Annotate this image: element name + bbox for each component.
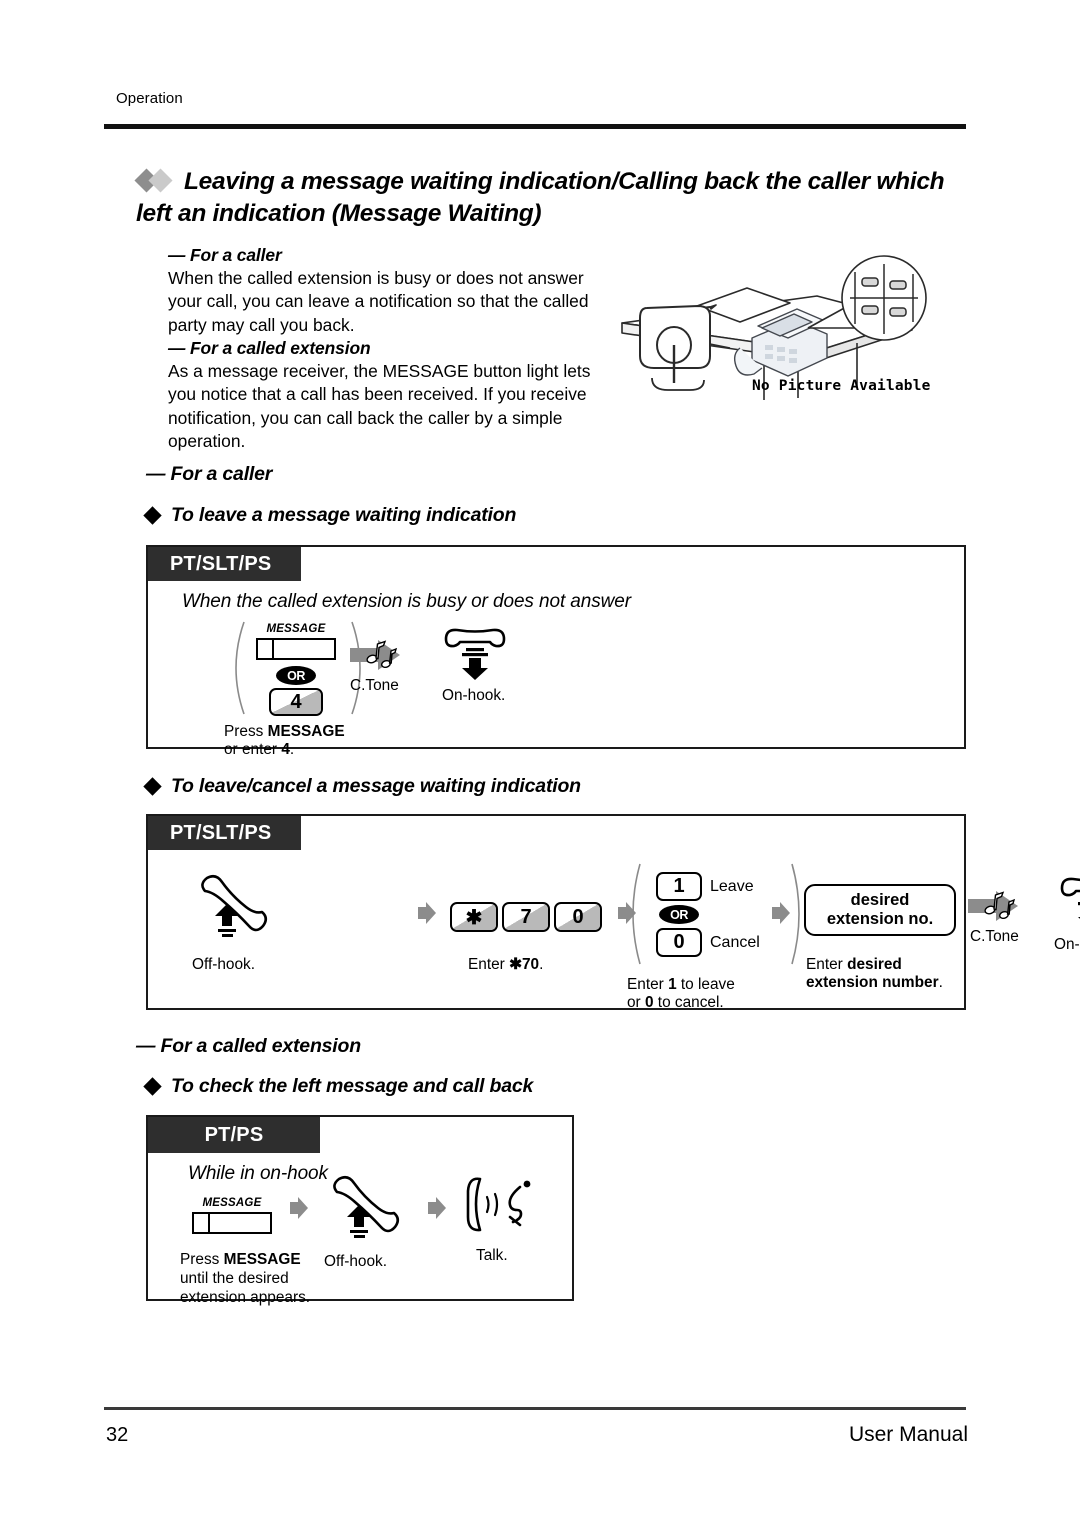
procedure-box-3-step-3-caption: Talk. bbox=[476, 1247, 508, 1264]
c-tone-icon bbox=[348, 637, 416, 673]
manual-page: Operation Leaving a message waiting indi… bbox=[0, 0, 1080, 1528]
section-3-diamond-heading: To check the left message and call back bbox=[143, 1075, 534, 1098]
intro-called-heading: — For a called extension bbox=[168, 337, 371, 358]
page-title-text: Leaving a message waiting indication/Cal… bbox=[136, 168, 945, 228]
talk-icon bbox=[464, 1173, 542, 1239]
footer-doc-label: User Manual bbox=[848, 1423, 968, 1446]
section-2-diamond-heading: To leave/cancel a message waiting indica… bbox=[143, 775, 581, 798]
procedure-box-1: PT/SLT/PS When the called extension is b… bbox=[146, 545, 966, 758]
message-button-label: MESSAGE bbox=[266, 623, 326, 635]
flow-arrow-icon bbox=[288, 1195, 310, 1221]
key-1-leave: 1 bbox=[656, 872, 702, 901]
section-1-diamond-heading: To leave a message waiting indication bbox=[143, 504, 517, 527]
footer-page-number: 32 bbox=[106, 1424, 129, 1446]
section-1-diamond-heading-text: To leave a message waiting indication bbox=[171, 504, 517, 526]
double-diamond-icon bbox=[134, 168, 180, 193]
procedure-box-3-tag: PT/PS bbox=[148, 1117, 320, 1153]
intro-called-body: As a message receiver, the MESSAGE butto… bbox=[168, 361, 591, 451]
procedure-box-2-step-3: 1 Leave OR 0 Cancel Enter 1 to leave or … bbox=[484, 856, 800, 1011]
desired-extension-box: desired extension no. bbox=[804, 884, 956, 936]
procedure-box-3-condition: While in on-hook bbox=[188, 1163, 328, 1184]
page-title: Leaving a message waiting indication/Cal… bbox=[134, 166, 972, 231]
procedure-box-3-step-2-caption: Off-hook. bbox=[324, 1253, 388, 1270]
procedure-box-2-step-3-caption: Enter 1 to leave or 0 to cancel. bbox=[627, 976, 735, 1012]
on-hook-icon bbox=[1056, 874, 1080, 932]
footer-rule bbox=[104, 1407, 966, 1410]
running-head: Operation bbox=[116, 90, 183, 107]
header-rule bbox=[104, 124, 966, 129]
flow-arrow-icon bbox=[416, 900, 438, 926]
procedure-box-2-tag: PT/SLT/PS bbox=[148, 816, 301, 850]
or-badge-2: OR bbox=[659, 905, 699, 924]
flow-arrow-icon bbox=[426, 1195, 448, 1221]
c-tone-icon bbox=[966, 888, 1034, 924]
diamond-bullet-icon bbox=[143, 1077, 162, 1096]
procedure-box-2-step-5-caption: C.Tone bbox=[970, 928, 1019, 945]
procedure-box-1-step-3-caption: On-hook. bbox=[442, 687, 506, 704]
illustration-placeholder-label: No Picture Available bbox=[752, 378, 931, 394]
message-button-icon: MESSAGE bbox=[256, 623, 336, 661]
procedure-box-2: PT/SLT/PS Off-hook. ✱ 7 0 Enter ✱70. 1 L… bbox=[146, 814, 1080, 1011]
procedure-box-3-step-1-caption: Press MESSAGE until the desired extensio… bbox=[180, 1251, 311, 1306]
intro-caller-heading: — For a caller bbox=[168, 245, 282, 265]
procedure-box-1-step-1-caption: Press MESSAGE or enter 4. bbox=[224, 723, 345, 759]
option-label-cancel: Cancel bbox=[710, 934, 760, 951]
section-1-dash-heading: — For a caller bbox=[146, 463, 273, 485]
procedure-box-1-tag: PT/SLT/PS bbox=[148, 547, 301, 581]
off-hook-icon bbox=[196, 874, 270, 940]
diamond-bullet-icon bbox=[143, 777, 162, 796]
or-badge-1: OR bbox=[276, 666, 316, 685]
on-hook-icon bbox=[440, 625, 510, 683]
intro-caller-body: When the called extension is busy or doe… bbox=[168, 268, 589, 335]
procedure-box-3: PT/PS While in on-hook MESSAGE Press MES… bbox=[146, 1115, 574, 1306]
section-2-diamond-heading-text: To leave/cancel a message waiting indica… bbox=[171, 775, 581, 797]
intro-block: — For a caller When the called extension… bbox=[168, 244, 618, 453]
procedure-box-2-step-6-caption: On-hook. bbox=[1054, 936, 1080, 953]
option-label-leave: Leave bbox=[710, 878, 754, 895]
flow-arrow-icon bbox=[770, 900, 792, 926]
procedure-box-1-condition: When the called extension is busy or doe… bbox=[182, 591, 631, 612]
message-button-label: MESSAGE bbox=[202, 1197, 262, 1209]
procedure-box-2-step-4-caption: Enter desired extension number. bbox=[806, 956, 943, 992]
procedure-box-2-step-1-caption: Off-hook. bbox=[192, 956, 256, 973]
procedure-box-1-step-2-caption: C.Tone bbox=[350, 677, 399, 694]
section-3-dash-heading: — For a called extension bbox=[136, 1035, 361, 1057]
section-3-diamond-heading-text: To check the left message and call back bbox=[171, 1075, 534, 1097]
key-4: 4 bbox=[269, 688, 323, 716]
diamond-bullet-icon bbox=[143, 506, 162, 525]
off-hook-icon bbox=[328, 1175, 402, 1241]
desk-phone-illustration: No Picture Available bbox=[612, 248, 964, 416]
key-0-cancel: 0 bbox=[656, 928, 702, 957]
message-button-icon: MESSAGE bbox=[192, 1197, 272, 1235]
